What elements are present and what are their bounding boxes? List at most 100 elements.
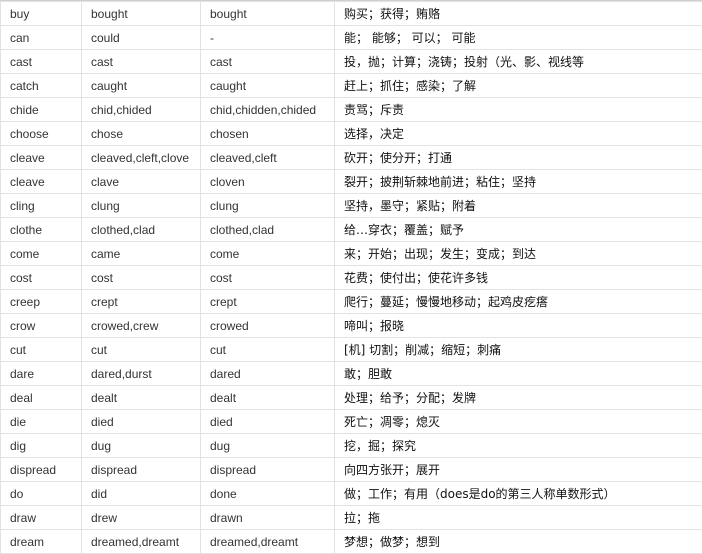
cell-meaning: 做；工作；有用（does是do的第三人称单数形式） xyxy=(335,482,702,506)
table-row: dispreaddispreaddispread向四方张开；展开 xyxy=(1,458,702,482)
cell-meaning: 梦想；做梦；想到 xyxy=(335,530,702,554)
cell-past-participle: come xyxy=(201,242,335,266)
cell-past-participle: cleaved,cleft xyxy=(201,146,335,170)
cell-meaning: 能； 能够； 可以； 可能 xyxy=(335,26,702,50)
cell-past-tense: cost xyxy=(82,266,201,290)
cell-meaning: 来；开始；出现；发生；变成；到达 xyxy=(335,242,702,266)
cell-base-form: creep xyxy=(1,290,82,314)
cell-past-participle: done xyxy=(201,482,335,506)
cell-past-participle: dealt xyxy=(201,386,335,410)
cell-past-tense: could xyxy=(82,26,201,50)
cell-past-tense: chid,chided xyxy=(82,98,201,122)
cell-past-tense: cast xyxy=(82,50,201,74)
table-row: buyboughtbought购买；获得；贿赂 xyxy=(1,2,702,26)
cell-meaning: 爬行；蔓延；慢慢地移动；起鸡皮疙瘩 xyxy=(335,290,702,314)
table-row: creepcreptcrept爬行；蔓延；慢慢地移动；起鸡皮疙瘩 xyxy=(1,290,702,314)
cell-meaning: 赶上；抓住；感染；了解 xyxy=(335,74,702,98)
cell-past-tense: came xyxy=(82,242,201,266)
cell-past-participle: died xyxy=(201,410,335,434)
table-row: comecamecome来；开始；出现；发生；变成；到达 xyxy=(1,242,702,266)
cell-base-form: choose xyxy=(1,122,82,146)
table-row: dodiddone做；工作；有用（does是do的第三人称单数形式） xyxy=(1,482,702,506)
cell-past-tense: cleaved,cleft,clove xyxy=(82,146,201,170)
cell-past-participle: cloven xyxy=(201,170,335,194)
table-row: diedieddied死亡；凋零；熄灭 xyxy=(1,410,702,434)
cell-base-form: draw xyxy=(1,506,82,530)
cell-past-participle: dreamed,dreamt xyxy=(201,530,335,554)
cell-meaning: 坚持，墨守；紧贴；附着 xyxy=(335,194,702,218)
cell-past-tense: dreamed,dreamt xyxy=(82,530,201,554)
cell-meaning: [机] 切割；削减；缩短；刺痛 xyxy=(335,338,702,362)
table-row: cutcutcut[机] 切割；削减；缩短；刺痛 xyxy=(1,338,702,362)
cell-meaning: 责骂；斥责 xyxy=(335,98,702,122)
cell-base-form: do xyxy=(1,482,82,506)
cell-meaning: 挖，掘；探究 xyxy=(335,434,702,458)
table-row: clotheclothed,cladclothed,clad给…穿衣；覆盖；赋予 xyxy=(1,218,702,242)
table-row: choosechosechosen选择，决定 xyxy=(1,122,702,146)
cell-past-participle: chosen xyxy=(201,122,335,146)
cell-past-participle: bought xyxy=(201,2,335,26)
table-row: costcostcost花费；使付出；使花许多钱 xyxy=(1,266,702,290)
table-row: dreamdreamed,dreamtdreamed,dreamt梦想；做梦；想… xyxy=(1,530,702,554)
cell-past-tense: clave xyxy=(82,170,201,194)
cell-past-tense: dared,durst xyxy=(82,362,201,386)
cell-past-participle: caught xyxy=(201,74,335,98)
cell-base-form: come xyxy=(1,242,82,266)
cell-meaning: 拉；拖 xyxy=(335,506,702,530)
cell-meaning: 死亡；凋零；熄灭 xyxy=(335,410,702,434)
cell-past-participle: cut xyxy=(201,338,335,362)
cell-past-tense: drew xyxy=(82,506,201,530)
cell-base-form: dare xyxy=(1,362,82,386)
cell-meaning: 砍开；使分开；打通 xyxy=(335,146,702,170)
cell-past-tense: crept xyxy=(82,290,201,314)
cell-base-form: deal xyxy=(1,386,82,410)
table-row: digdugdug挖，掘；探究 xyxy=(1,434,702,458)
cell-past-participle: cost xyxy=(201,266,335,290)
cell-base-form: buy xyxy=(1,2,82,26)
cell-base-form: cleave xyxy=(1,146,82,170)
table-row: chidechid,chidedchid,chidden,chided责骂；斥责 xyxy=(1,98,702,122)
cell-past-tense: clung xyxy=(82,194,201,218)
cell-past-participle: dispread xyxy=(201,458,335,482)
cell-past-tense: dug xyxy=(82,434,201,458)
cell-base-form: dispread xyxy=(1,458,82,482)
cell-base-form: cut xyxy=(1,338,82,362)
irregular-verbs-table: buyboughtbought购买；获得；贿赂cancould-能； 能够； 可… xyxy=(0,1,702,554)
cell-past-participle: drawn xyxy=(201,506,335,530)
cell-base-form: cast xyxy=(1,50,82,74)
cell-past-participle: clothed,clad xyxy=(201,218,335,242)
cell-past-participle: dug xyxy=(201,434,335,458)
cell-meaning: 敢；胆敢 xyxy=(335,362,702,386)
cell-past-tense: clothed,clad xyxy=(82,218,201,242)
cell-base-form: dream xyxy=(1,530,82,554)
table-body: buyboughtbought购买；获得；贿赂cancould-能； 能够； 可… xyxy=(1,2,702,554)
cell-past-tense: died xyxy=(82,410,201,434)
cell-base-form: cleave xyxy=(1,170,82,194)
cell-meaning: 选择，决定 xyxy=(335,122,702,146)
cell-meaning: 啼叫；报晓 xyxy=(335,314,702,338)
cell-past-tense: cut xyxy=(82,338,201,362)
cell-past-tense: crowed,crew xyxy=(82,314,201,338)
cell-meaning: 购买；获得；贿赂 xyxy=(335,2,702,26)
cell-base-form: can xyxy=(1,26,82,50)
cell-past-tense: dealt xyxy=(82,386,201,410)
cell-base-form: chide xyxy=(1,98,82,122)
cell-base-form: dig xyxy=(1,434,82,458)
cell-meaning: 给…穿衣；覆盖；赋予 xyxy=(335,218,702,242)
cell-base-form: cling xyxy=(1,194,82,218)
table-row: drawdrewdrawn拉；拖 xyxy=(1,506,702,530)
cell-past-participle: clung xyxy=(201,194,335,218)
table-row: castcastcast投，抛；计算；浇铸；投射（光、影、视线等 xyxy=(1,50,702,74)
cell-past-participle: chid,chidden,chided xyxy=(201,98,335,122)
cell-base-form: die xyxy=(1,410,82,434)
cell-meaning: 向四方张开；展开 xyxy=(335,458,702,482)
table-row: daredared,durstdared敢；胆敢 xyxy=(1,362,702,386)
cell-past-tense: chose xyxy=(82,122,201,146)
table-row: clingclungclung坚持，墨守；紧贴；附着 xyxy=(1,194,702,218)
table-row: catchcaughtcaught赶上；抓住；感染；了解 xyxy=(1,74,702,98)
cell-past-participle: crept xyxy=(201,290,335,314)
cell-meaning: 处理；给予；分配；发牌 xyxy=(335,386,702,410)
cell-meaning: 花费；使付出；使花许多钱 xyxy=(335,266,702,290)
table-row: dealdealtdealt处理；给予；分配；发牌 xyxy=(1,386,702,410)
cell-base-form: clothe xyxy=(1,218,82,242)
